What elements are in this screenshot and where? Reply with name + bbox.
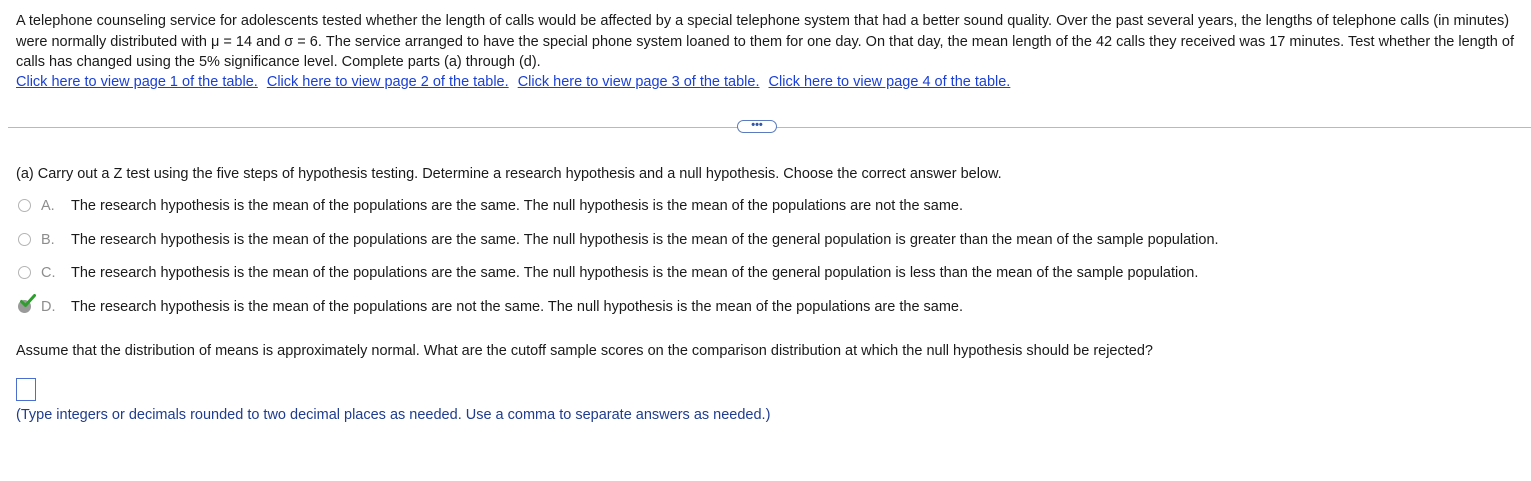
option-b-letter: B. <box>41 232 55 248</box>
table-page-3-link[interactable]: Click here to view page 3 of the table. <box>518 74 760 90</box>
expand-more-button[interactable]: ••• <box>737 120 777 133</box>
option-d-text: The research hypothesis is the mean of t… <box>71 299 964 315</box>
table-page-4-link[interactable]: Click here to view page 4 of the table. <box>769 74 1011 90</box>
radio-c[interactable] <box>18 266 31 279</box>
option-c-letter: C. <box>41 265 56 281</box>
answer-hint: (Type integers or decimals rounded to tw… <box>16 407 771 423</box>
option-a-text: The research hypothesis is the mean of t… <box>71 198 964 214</box>
option-d-letter: D. <box>41 299 56 315</box>
cutoff-answer-input[interactable] <box>16 378 36 401</box>
checkmark-icon <box>20 294 36 307</box>
option-c-text: The research hypothesis is the mean of t… <box>71 265 1199 281</box>
sigma-symbol: σ <box>284 33 294 50</box>
part-a-prompt: (a) Carry out a Z test using the five st… <box>16 166 1002 182</box>
table-page-1-link[interactable]: Click here to view page 1 of the table. <box>16 74 258 90</box>
option-a-letter: A. <box>41 198 55 214</box>
option-b-text: The research hypothesis is the mean of t… <box>71 232 1219 248</box>
table-links: Click here to view page 1 of the table. … <box>16 72 1015 92</box>
problem-text: A telephone counseling service for adole… <box>16 11 1521 73</box>
sigma-value: = 6 <box>293 33 318 50</box>
table-page-2-link[interactable]: Click here to view page 2 of the table. <box>267 74 509 90</box>
cutoff-question: Assume that the distribution of means is… <box>16 343 1153 359</box>
radio-b[interactable] <box>18 233 31 246</box>
radio-a[interactable] <box>18 199 31 212</box>
mu-value: = 14 and <box>219 33 285 50</box>
problem-statement: A telephone counseling service for adole… <box>16 11 1521 73</box>
